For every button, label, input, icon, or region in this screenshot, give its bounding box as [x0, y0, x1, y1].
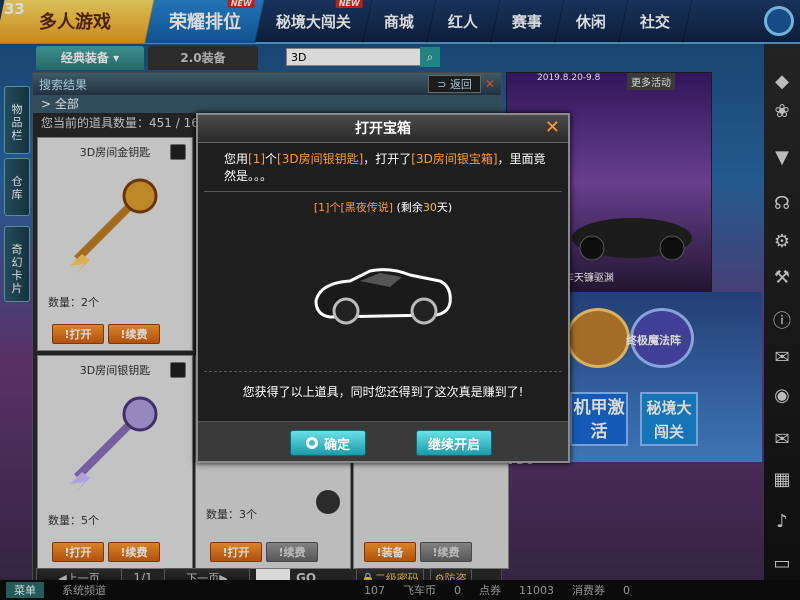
dialog-message: 您用[1]个[3D房间银钥匙]，打开了[3D房间银宝箱]，里面竟然是。。。: [224, 152, 546, 183]
obtained-message: 您获得了以上道具，同时您还得到了这次真是赚到了!: [242, 385, 524, 399]
reward-car-image: [314, 268, 452, 325]
dialog-title: 打开宝箱: [198, 115, 568, 143]
reward-line: [1]个[黑夜传说] (剩余30天): [313, 201, 453, 214]
close-icon[interactable]: ✕: [545, 117, 560, 138]
dialog-footer: 确定 继续开启: [198, 421, 568, 461]
ok-circle-icon: [305, 437, 318, 449]
continue-open-button[interactable]: 继续开启: [416, 430, 492, 456]
confirm-button[interactable]: 确定: [290, 430, 366, 456]
open-chest-dialog: 打开宝箱 ✕ 您用[1]个[3D房间银钥匙]，打开了[3D房间银宝箱]，里面竟然…: [196, 113, 570, 463]
